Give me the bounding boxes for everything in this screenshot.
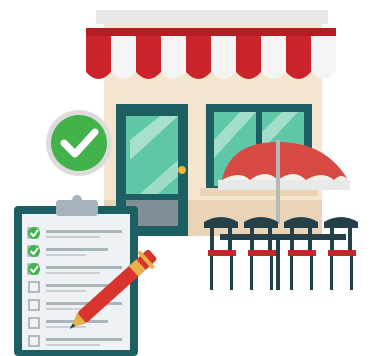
awning-rail <box>86 28 336 36</box>
chair-post <box>268 228 272 252</box>
chair-leg <box>290 256 293 290</box>
awning-stripe <box>236 34 261 79</box>
text-line <box>46 284 108 287</box>
restaurant-checklist-illustration <box>0 0 372 356</box>
chair-leg <box>350 256 353 290</box>
chair-seat <box>288 250 316 256</box>
text-line <box>46 254 86 256</box>
awning-stripe <box>261 34 286 79</box>
chair-post <box>348 228 352 252</box>
chair <box>284 217 318 290</box>
checkbox-checked-icon <box>28 227 40 239</box>
chair-post <box>210 228 214 252</box>
checkbox-checked-icon <box>28 245 40 257</box>
chair-post <box>250 228 254 252</box>
awning-stripe <box>111 34 136 79</box>
chair <box>204 217 238 290</box>
awning-stripe <box>211 34 236 79</box>
text-line <box>46 230 122 233</box>
chair-leg <box>250 256 253 290</box>
chair-post <box>290 228 294 252</box>
chair-leg <box>310 256 313 290</box>
roof-strip <box>96 10 328 24</box>
text-line <box>46 344 100 346</box>
text-line <box>46 290 86 292</box>
chair-leg <box>330 256 333 290</box>
chair-post <box>308 228 312 252</box>
text-line <box>46 326 86 328</box>
text-line <box>46 302 122 305</box>
text-line <box>46 236 100 238</box>
chair-post <box>330 228 334 252</box>
awning-stripe <box>286 34 311 79</box>
chair-seat <box>328 250 356 256</box>
chair-back <box>324 217 358 228</box>
awning-stripe <box>86 34 111 79</box>
text-line <box>46 266 122 269</box>
awning-stripe <box>136 34 161 79</box>
door-knob <box>178 166 186 174</box>
chair-leg <box>210 256 213 290</box>
checkbox-checked-icon <box>28 263 40 275</box>
awning <box>86 28 336 79</box>
chair-seat <box>248 250 276 256</box>
text-line <box>46 272 100 274</box>
chair-post <box>228 228 232 252</box>
illustration-svg <box>14 10 358 356</box>
awning-stripe <box>161 34 186 79</box>
shop-building <box>86 10 336 236</box>
chair-leg <box>230 256 233 290</box>
chair-leg <box>270 256 273 290</box>
awning-stripe <box>311 34 336 79</box>
table-top <box>220 234 346 240</box>
text-line <box>46 248 108 251</box>
chair <box>324 217 358 290</box>
text-line <box>46 338 122 341</box>
table-leg <box>276 240 280 290</box>
chair-seat <box>208 250 236 256</box>
chair <box>244 217 278 290</box>
awning-stripe <box>186 34 211 79</box>
check-badge-icon <box>46 110 112 176</box>
